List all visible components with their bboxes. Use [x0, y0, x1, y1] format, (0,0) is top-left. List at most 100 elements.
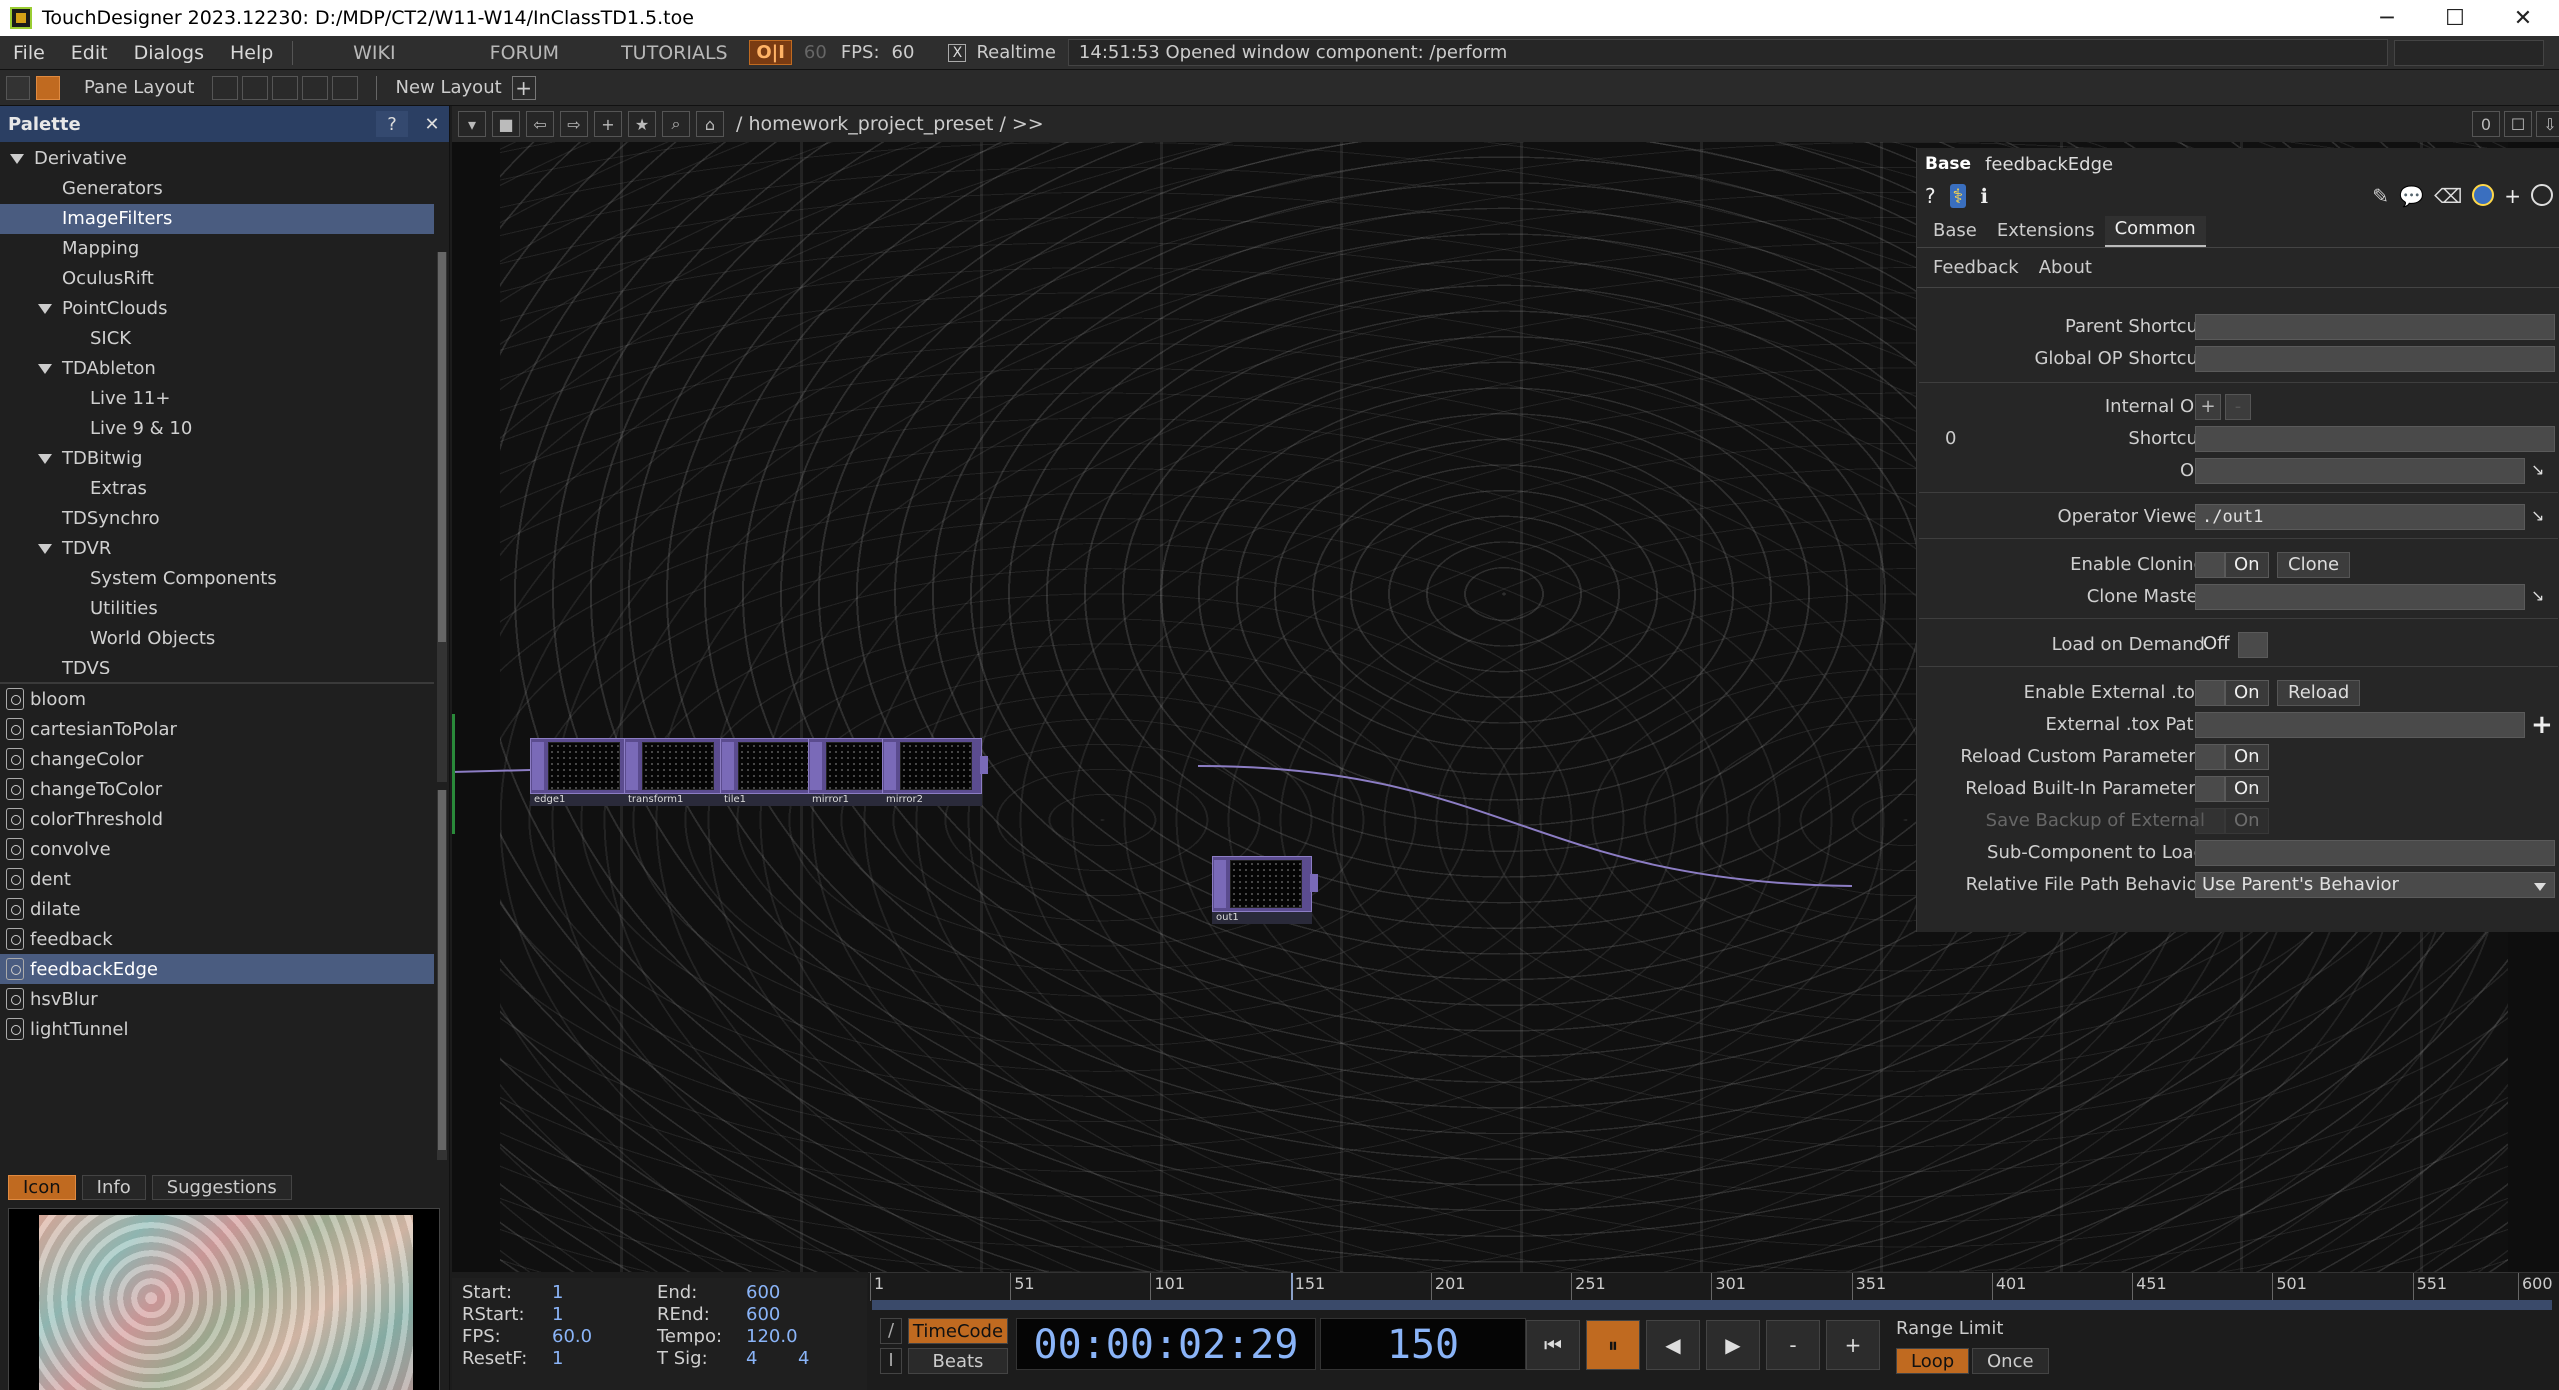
start-value[interactable]: 1 — [552, 1282, 563, 1303]
expand-arrow-icon[interactable] — [38, 544, 52, 554]
layout-single-icon[interactable] — [212, 75, 239, 100]
wiki-link[interactable]: WIKI — [299, 42, 449, 64]
shortcut-field[interactable] — [2195, 426, 2555, 452]
remove-internal-op-button[interactable]: - — [2225, 394, 2251, 420]
step-minus-button[interactable]: - — [1766, 1320, 1820, 1370]
clone-button[interactable]: Clone — [2277, 552, 2351, 578]
save-backup-toggle[interactable]: On — [2195, 808, 2269, 834]
timecode-mode-button[interactable]: TimeCode — [908, 1318, 1008, 1344]
palette-tree-item[interactable]: Mapping — [0, 234, 434, 264]
load-on-demand-toggle[interactable]: Off — [2195, 632, 2268, 658]
edit-icon[interactable]: ✎ — [2372, 184, 2389, 208]
add-internal-op-button[interactable]: + — [2195, 394, 2221, 420]
pane-split-icon[interactable] — [6, 75, 30, 100]
node-inlet[interactable] — [810, 742, 822, 790]
expand-arrow-icon[interactable] — [38, 304, 52, 314]
once-button[interactable]: Once — [1972, 1348, 2049, 1374]
timecode-display[interactable]: 00:00:02:29 — [1016, 1318, 1316, 1370]
palette-operator-item[interactable]: dilate — [0, 894, 434, 924]
forward-icon[interactable]: ⇨ — [560, 111, 588, 137]
end-value[interactable]: 600 — [746, 1282, 780, 1303]
palette-tree-item[interactable]: Generators — [0, 174, 434, 204]
relative-path-dropdown[interactable]: Use Parent's Behavior — [2195, 872, 2555, 898]
operator-node[interactable]: transform1 — [624, 738, 730, 806]
menu-dialogs[interactable]: Dialogs — [121, 42, 217, 64]
beats-mode-button[interactable]: Beats — [908, 1348, 1008, 1374]
timecode-mode-icon[interactable]: / — [880, 1318, 902, 1344]
step-back-button[interactable]: ◀ — [1646, 1320, 1700, 1370]
palette-tree-item[interactable]: TDVS — [0, 654, 434, 674]
node-inlet[interactable] — [626, 742, 638, 790]
palette-operator-item[interactable]: changeToColor — [0, 774, 434, 804]
palette-tree-item[interactable]: TDAbleton — [0, 354, 434, 384]
expand-arrow-icon[interactable] — [38, 454, 52, 464]
info-icon[interactable]: ℹ — [1980, 184, 1988, 208]
op-name-field[interactable]: feedbackEdge — [1985, 154, 2113, 175]
palette-tree-item[interactable]: SICK — [0, 324, 434, 354]
operator-node[interactable]: out1 — [1212, 856, 1318, 924]
sub-component-field[interactable] — [2195, 840, 2555, 866]
forum-link[interactable]: FORUM — [449, 42, 599, 64]
operator-node[interactable]: tile1 — [720, 738, 826, 806]
menu-help[interactable]: Help — [217, 42, 286, 64]
tsig-b-value[interactable]: 4 — [798, 1348, 809, 1369]
reload-builtin-toggle[interactable]: On — [2195, 776, 2269, 802]
target-icon[interactable] — [2531, 184, 2553, 206]
palette-tree-item[interactable]: TDSynchro — [0, 504, 434, 534]
tab-icon[interactable]: Icon — [8, 1174, 76, 1200]
palette-ops-scrollbar[interactable] — [437, 790, 447, 1160]
parent-icon[interactable]: ⌂ — [696, 111, 724, 137]
maximize-pane-icon[interactable]: ☐ — [2504, 111, 2532, 137]
add-layout-button[interactable]: + — [511, 75, 536, 100]
pane-home-icon[interactable] — [36, 75, 60, 100]
node-inlet[interactable] — [532, 742, 544, 790]
palette-tree-item[interactable]: Utilities — [0, 594, 434, 624]
play-forward-button[interactable]: ▶ — [1706, 1320, 1760, 1370]
palette-operator-item[interactable]: lightTunnel — [0, 1014, 434, 1044]
layout-quad-icon[interactable] — [332, 75, 359, 100]
close-window-button[interactable]: ✕ — [2489, 0, 2557, 36]
browse-file-button[interactable]: + — [2531, 710, 2553, 740]
palette-operator-item[interactable]: bloom — [0, 684, 434, 714]
palette-help-button[interactable]: ? — [376, 111, 408, 137]
palette-operator-item[interactable]: feedback — [0, 924, 434, 954]
network-menu-icon[interactable]: ▾ — [458, 111, 486, 137]
tempo-value[interactable]: 120.0 — [746, 1326, 798, 1347]
loop-button[interactable]: Loop — [1896, 1348, 1970, 1374]
palette-tree-item[interactable]: OculusRift — [0, 264, 434, 294]
palette-operator-item[interactable]: cartesianToPolar — [0, 714, 434, 744]
operator-viewer-field[interactable]: ./out1 — [2195, 504, 2525, 530]
clone-master-picker-icon[interactable]: ↘ — [2531, 586, 2555, 608]
add-operator-icon[interactable]: + — [594, 111, 622, 137]
help-icon[interactable]: ? — [1925, 184, 1936, 208]
add-param-icon[interactable]: + — [2504, 184, 2521, 208]
tab-extensions[interactable]: Extensions — [1987, 218, 2105, 247]
tab-about[interactable]: About — [2029, 257, 2102, 278]
python-icon[interactable]: ⚕ — [1949, 184, 1967, 208]
palette-tree-item[interactable]: PointClouds — [0, 294, 434, 324]
palette-operator-item[interactable]: feedbackEdge — [0, 954, 434, 984]
clone-master-field[interactable] — [2195, 584, 2525, 610]
global-op-shortcut-field[interactable] — [2195, 346, 2555, 372]
stop-icon[interactable]: ■ — [492, 111, 520, 137]
operator-node[interactable]: mirror2 — [882, 738, 988, 806]
frame-display[interactable]: 150 — [1320, 1318, 1526, 1370]
network-path[interactable]: / homework_project_preset / >> — [736, 113, 1044, 135]
enable-external-tox-toggle[interactable]: On — [2195, 680, 2269, 706]
op-field[interactable] — [2195, 458, 2525, 484]
timeline-fps-value[interactable]: 60.0 — [552, 1326, 592, 1347]
new-layout-label[interactable]: New Layout — [395, 77, 501, 98]
palette-tree-item[interactable]: TDVR — [0, 534, 434, 564]
resetf-value[interactable]: 1 — [552, 1348, 563, 1369]
tab-base[interactable]: Base — [1923, 218, 1987, 247]
tab-info[interactable]: Info — [81, 1174, 146, 1200]
rend-value[interactable]: 600 — [746, 1304, 780, 1325]
operator-node[interactable]: edge1 — [530, 738, 636, 806]
timeline-ruler[interactable]: 1 51 101 151 201 251 301 351 401 451 501 551 600 — [868, 1272, 2559, 1301]
palette-operator-item[interactable]: hsvBlur — [0, 984, 434, 1014]
playhead-cursor[interactable] — [1290, 1273, 1293, 1301]
oi-toggle-button[interactable]: O|I — [749, 40, 792, 65]
enable-cloning-toggle[interactable]: On — [2195, 552, 2269, 578]
beats-mode-icon[interactable]: I — [880, 1348, 902, 1374]
menu-file[interactable]: File — [0, 42, 58, 64]
